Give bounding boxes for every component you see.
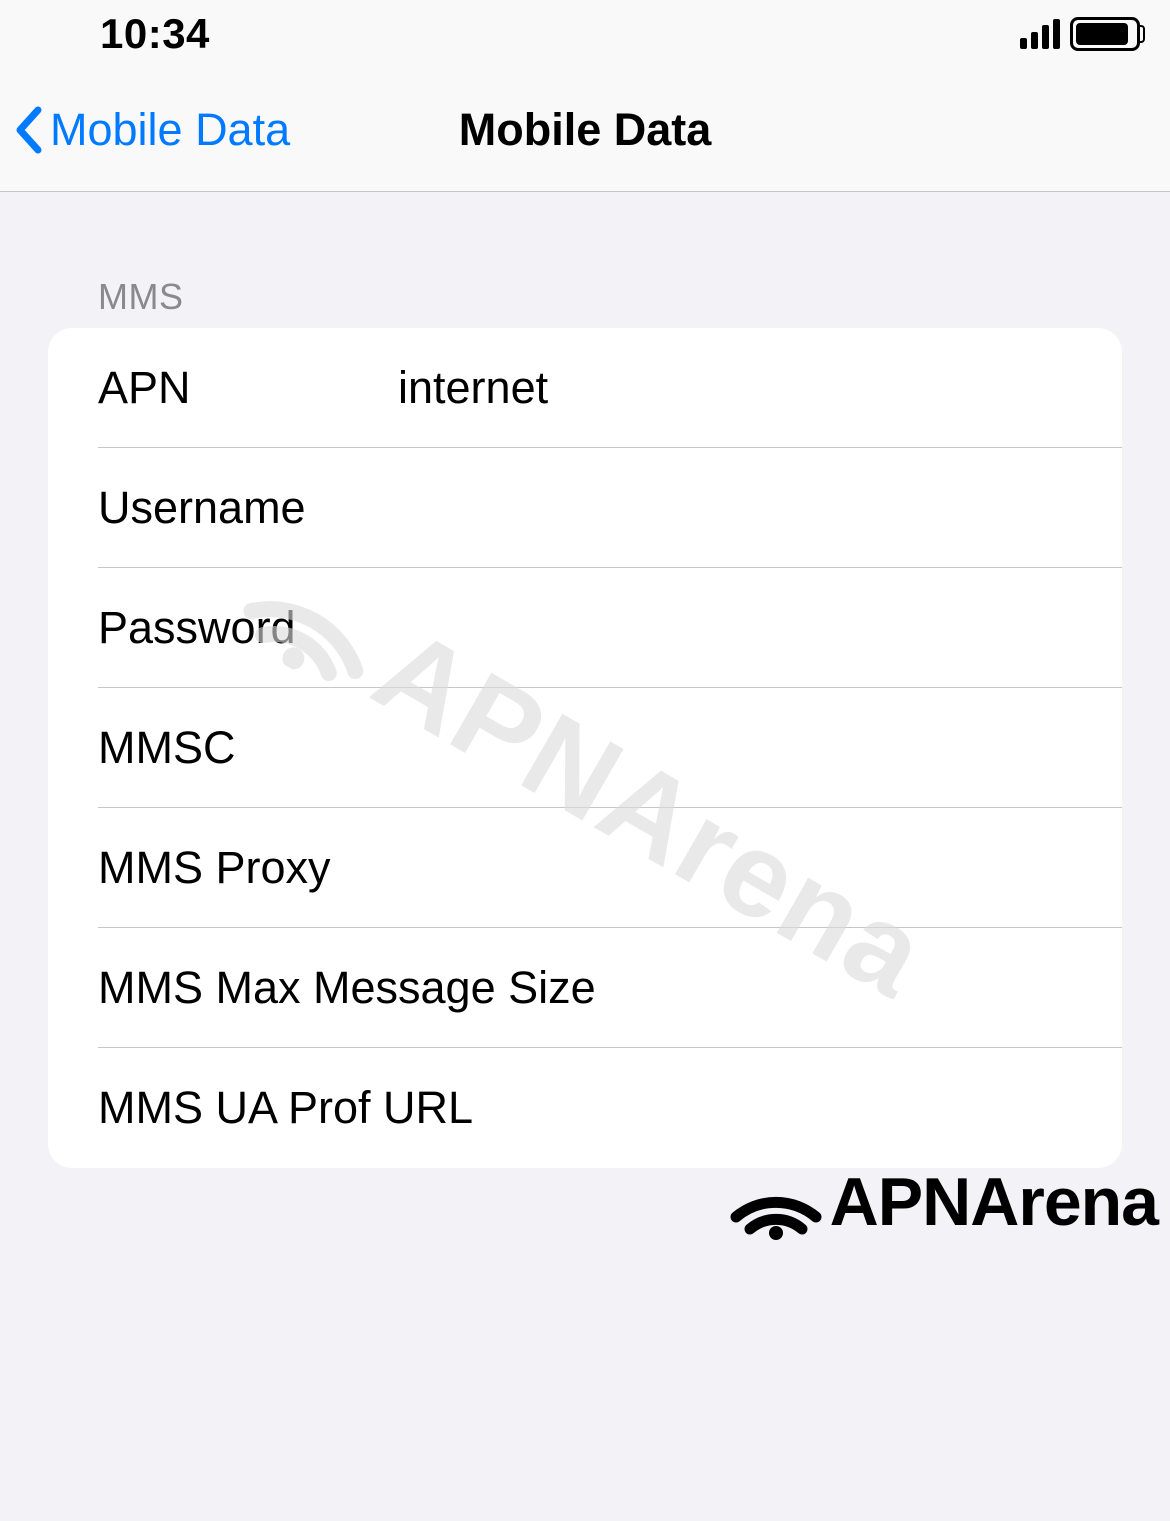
setting-input-mms-max-size[interactable]	[596, 962, 1122, 1014]
status-bar: 10:34	[0, 0, 1170, 68]
mms-settings-card: APN Username Password MMSC MMS Proxy MMS…	[48, 328, 1122, 1168]
setting-input-mms-proxy[interactable]	[331, 842, 1092, 894]
setting-input-password[interactable]	[398, 602, 1092, 654]
watermark-corner: APNArena	[730, 1163, 1158, 1241]
setting-input-username[interactable]	[398, 482, 1092, 534]
page-title: Mobile Data	[459, 104, 712, 156]
watermark-corner-text: APNArena	[830, 1163, 1158, 1241]
setting-row-mms-proxy[interactable]: MMS Proxy	[48, 808, 1122, 928]
setting-label: APN	[98, 362, 398, 414]
setting-label: Username	[98, 482, 398, 534]
setting-row-password[interactable]: Password	[48, 568, 1122, 688]
status-time: 10:34	[30, 10, 210, 58]
navigation-bar: Mobile Data Mobile Data	[0, 68, 1170, 192]
battery-icon	[1070, 17, 1140, 51]
content: MMS APN Username Password MMSC MMS Proxy…	[0, 192, 1170, 1168]
setting-input-apn[interactable]	[398, 362, 1092, 414]
setting-label: MMS UA Prof URL	[98, 1082, 473, 1134]
status-right	[1020, 17, 1140, 51]
setting-row-mmsc[interactable]: MMSC	[48, 688, 1122, 808]
chevron-left-icon	[14, 106, 44, 154]
setting-row-apn[interactable]: APN	[48, 328, 1122, 448]
back-button-label: Mobile Data	[50, 104, 290, 156]
setting-label: MMSC	[98, 722, 398, 774]
setting-label: Password	[98, 602, 398, 654]
setting-row-mms-max-size[interactable]: MMS Max Message Size	[48, 928, 1122, 1048]
setting-row-username[interactable]: Username	[48, 448, 1122, 568]
section-header-mms: MMS	[0, 276, 1170, 328]
setting-input-mmsc[interactable]	[398, 722, 1092, 774]
back-button[interactable]: Mobile Data	[14, 104, 290, 156]
setting-label: MMS Max Message Size	[98, 962, 596, 1014]
cellular-signal-icon	[1020, 19, 1060, 49]
setting-row-mms-ua-prof-url[interactable]: MMS UA Prof URL	[48, 1048, 1122, 1168]
setting-label: MMS Proxy	[98, 842, 331, 894]
setting-input-mms-ua-prof-url[interactable]	[473, 1082, 1092, 1134]
